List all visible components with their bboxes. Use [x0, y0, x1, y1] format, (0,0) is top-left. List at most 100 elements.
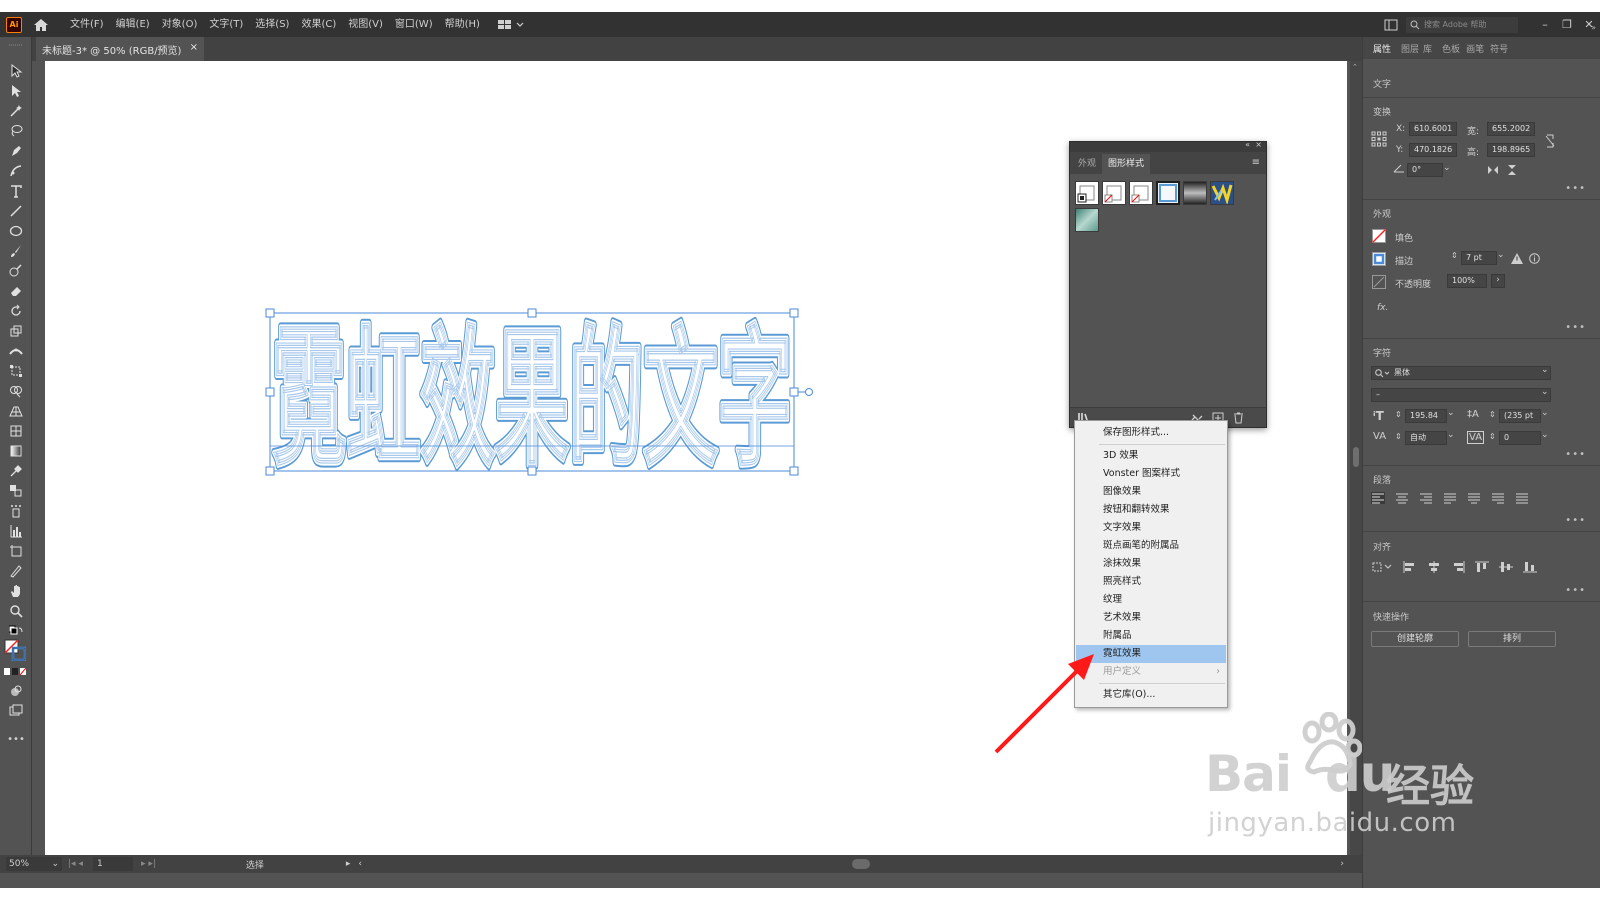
align-left-edges-icon[interactable] — [1403, 561, 1417, 573]
handle-tr[interactable] — [789, 308, 799, 318]
create-outlines-button[interactable]: 创建轮廓 — [1371, 631, 1459, 647]
text-threading-port[interactable] — [805, 388, 813, 396]
selection-tool-icon[interactable] — [8, 63, 24, 79]
help-search-input[interactable]: 搜索 Adobe 帮助 — [1406, 16, 1518, 33]
slice-tool-icon[interactable] — [8, 563, 24, 579]
line-tool-icon[interactable] — [8, 203, 24, 219]
menu-window[interactable]: 窗口(W) — [389, 12, 439, 37]
close-panel-icon[interactable]: × — [1255, 140, 1262, 149]
panel-toggle-icon[interactable] — [1384, 19, 1398, 31]
menu-item-accessories[interactable]: 附属品 — [1076, 627, 1226, 645]
next-artboard-icon[interactable]: ▸ ▸| — [141, 859, 156, 869]
home-icon[interactable] — [32, 17, 50, 33]
x-field[interactable]: 610.6001 — [1409, 122, 1457, 136]
flip-horizontal-icon[interactable] — [1487, 165, 1499, 175]
info-icon[interactable] — [1529, 253, 1540, 264]
graphic-style-default[interactable] — [1075, 181, 1099, 205]
align-horizontal-centers-icon[interactable] — [1427, 561, 1441, 573]
eyedropper-tool-icon[interactable] — [8, 463, 24, 479]
first-artboard-icon[interactable]: |◂ ◂ — [68, 859, 83, 869]
fill-swatch-icon[interactable] — [1372, 229, 1386, 243]
font-size-field[interactable]: 195.84 — [1405, 409, 1447, 423]
paintbrush-tool-icon[interactable] — [8, 243, 24, 259]
close-tab-icon[interactable]: × — [190, 42, 198, 53]
justify-all-icon[interactable] — [1515, 492, 1529, 504]
menu-item-scribble-effects[interactable]: 涂抹效果 — [1076, 555, 1226, 573]
neon-text-artwork[interactable]: 霓虹效果的文字 霓虹效果的文字 霓虹效果的文字 — [265, 308, 813, 492]
artboard-number-field[interactable]: 1 — [92, 857, 133, 871]
font-family-select[interactable]: 黑体 — [1371, 366, 1551, 380]
menu-item-type-effects[interactable]: 文字效果 — [1076, 519, 1226, 537]
tab-appearance[interactable]: 外观 — [1072, 154, 1102, 174]
justify-center-icon[interactable] — [1467, 492, 1481, 504]
tab-layers[interactable]: 图层 — [1401, 42, 1419, 55]
fx-button[interactable]: fx. — [1377, 303, 1388, 313]
pen-tool-icon[interactable] — [8, 143, 24, 159]
font-size-stepper-icon[interactable]: ⇕ — [1395, 410, 1402, 419]
free-transform-tool-icon[interactable] — [8, 363, 24, 379]
chevron-down-icon[interactable]: ⌄ — [1447, 430, 1455, 440]
tab-brushes[interactable]: 画笔 — [1466, 42, 1484, 55]
menu-item-3d-effects[interactable]: 3D 效果 — [1076, 447, 1226, 465]
width-tool-icon[interactable] — [8, 343, 24, 359]
paragraph-more-button[interactable]: ••• — [1565, 515, 1586, 526]
menu-help[interactable]: 帮助(H) — [439, 12, 486, 37]
toolbar-grip-icon[interactable] — [8, 41, 24, 49]
leading-field[interactable]: (235 pt — [1499, 409, 1541, 423]
chevron-down-icon[interactable]: ⌄ — [1541, 408, 1549, 418]
graphic-style-teal-texture[interactable] — [1075, 208, 1099, 232]
handle-tl[interactable] — [265, 308, 275, 318]
workspace-switcher[interactable] — [497, 19, 524, 30]
panel-menu-icon[interactable]: ≡ — [1252, 157, 1260, 168]
kerning-stepper-icon[interactable]: ⇕ — [1395, 432, 1402, 441]
close-window-icon[interactable]: ✕ — [1578, 18, 1600, 31]
scroll-left-icon[interactable]: ‹ — [358, 859, 362, 869]
kerning-field[interactable]: 自动 — [1405, 431, 1447, 445]
menu-edit[interactable]: 编辑(E) — [110, 12, 156, 37]
stroke-weight-field[interactable]: 7 pt — [1461, 251, 1497, 265]
hand-tool-icon[interactable] — [8, 583, 24, 599]
artboard-tool-icon[interactable] — [8, 543, 24, 559]
graphic-style-blue-outline[interactable] — [1156, 181, 1180, 205]
handle-bl[interactable] — [265, 466, 275, 476]
shape-builder-tool-icon[interactable] — [8, 383, 24, 399]
width-field[interactable]: 655.2002 — [1487, 122, 1535, 136]
fill-stroke-swatch[interactable] — [4, 639, 26, 661]
menu-item-save-graphic-styles[interactable]: 保存图形样式... — [1076, 424, 1226, 442]
graphic-style-yellow-blue-pattern[interactable] — [1210, 181, 1234, 206]
transform-more-button[interactable]: ••• — [1565, 183, 1586, 194]
leading-stepper-icon[interactable]: ⇕ — [1489, 410, 1496, 419]
menu-item-vonster-patterns[interactable]: Vonster 图案样式 — [1076, 465, 1226, 483]
reference-point-icon[interactable] — [1371, 131, 1387, 147]
delete-icon[interactable] — [1233, 412, 1244, 424]
chevron-down-icon[interactable]: ⌄ — [1541, 430, 1549, 440]
menu-type[interactable]: 文字(T) — [203, 12, 249, 37]
menu-effect[interactable]: 效果(C) — [295, 12, 342, 37]
column-graph-tool-icon[interactable] — [8, 523, 24, 539]
panel-header[interactable]: « × — [1070, 140, 1266, 152]
stroke-swatch-icon[interactable] — [1372, 252, 1386, 266]
vertical-scroll-thumb[interactable] — [1353, 447, 1359, 467]
align-more-button[interactable]: ••• — [1565, 585, 1586, 596]
scroll-right-icon[interactable]: › — [1340, 859, 1344, 869]
menu-select[interactable]: 选择(S) — [249, 12, 295, 37]
chevron-down-icon[interactable]: ⌄ — [1497, 250, 1505, 260]
menu-item-artistic-effects[interactable]: 艺术效果 — [1076, 609, 1226, 627]
menu-item-textures[interactable]: 纹理 — [1076, 591, 1226, 609]
collapse-panels-icon[interactable]: » — [1591, 23, 1596, 32]
menu-file[interactable]: 文件(F) — [64, 12, 110, 37]
zoom-tool-icon[interactable] — [8, 603, 24, 619]
gradient-tool-icon[interactable] — [8, 443, 24, 459]
height-field[interactable]: 198.8965 — [1487, 143, 1535, 157]
curvature-tool-icon[interactable] — [8, 163, 24, 179]
tab-swatches[interactable]: 色板 — [1442, 42, 1460, 55]
tab-libraries[interactable]: 库 — [1423, 42, 1432, 55]
stroke-stepper-icon[interactable]: ⇕ — [1451, 251, 1458, 260]
eraser-tool-icon[interactable] — [8, 283, 24, 299]
collapse-panel-icon[interactable]: « — [1245, 140, 1250, 149]
lasso-tool-icon[interactable] — [8, 123, 24, 139]
screen-mode-icon[interactable] — [8, 703, 24, 719]
graphic-style-no-fill-2[interactable] — [1129, 181, 1153, 205]
perspective-grid-tool-icon[interactable] — [8, 403, 24, 419]
type-tool-icon[interactable] — [8, 183, 24, 199]
